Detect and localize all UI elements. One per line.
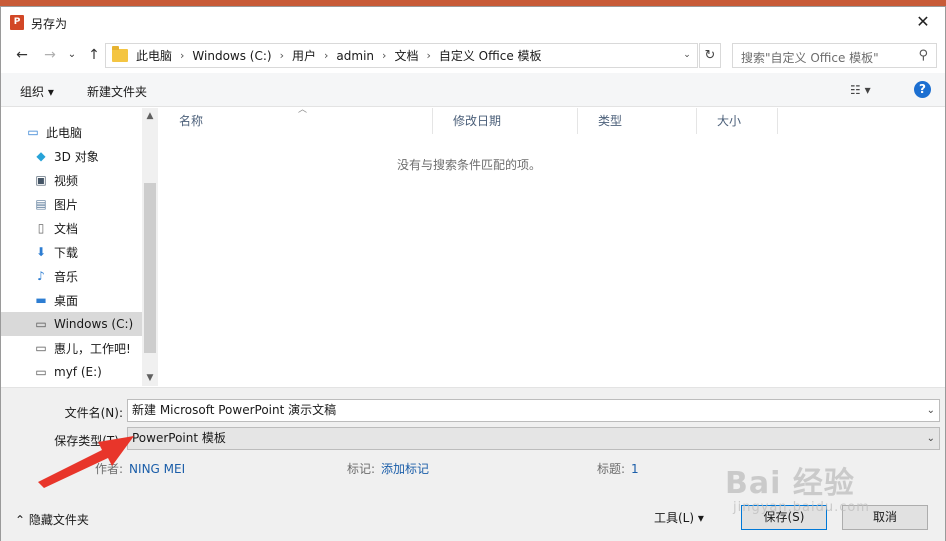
breadcrumb-separator-icon[interactable]: › — [280, 49, 284, 62]
breadcrumb-separator-icon[interactable]: › — [180, 49, 184, 62]
sidebar-item-music[interactable]: ♪ 音乐 — [1, 264, 142, 288]
computer-icon: ▭ — [27, 125, 39, 139]
column-header-name[interactable]: 名称 — [159, 108, 433, 134]
sidebar-item-label: 视频 — [54, 173, 79, 188]
breadcrumb-item-admin[interactable]: admin — [336, 49, 374, 63]
folder-icon — [112, 46, 128, 62]
sidebar-item-windows-c[interactable]: ▭ Windows (C:) — [1, 312, 142, 336]
sidebar-item-label: 3D 对象 — [54, 149, 99, 164]
command-toolbar: 组织 ▾ 新建文件夹 ☷ ▾ ? — [1, 73, 945, 107]
address-dropdown-chevron-icon[interactable]: ⌄ — [677, 44, 697, 67]
video-icon: ▣ — [35, 173, 47, 187]
close-button[interactable]: ✕ — [901, 7, 945, 37]
sidebar-item-pictures[interactable]: ▤ 图片 — [1, 192, 142, 216]
watermark: Bai 经验 jingyan.baidu.com — [725, 458, 925, 528]
title-bar: P 另存为 ✕ — [1, 7, 945, 37]
dialog-title: 另存为 — [31, 17, 68, 31]
sidebar-item-label: 音乐 — [54, 269, 79, 284]
column-header-date-modified[interactable]: 修改日期 — [433, 108, 578, 134]
filetype-dropdown-chevron-icon[interactable]: ⌄ — [927, 428, 935, 449]
filename-field[interactable]: 新建 Microsoft PowerPoint 演示文稿 ⌄ — [127, 399, 940, 422]
breadcrumb: 此电脑 › Windows (C:) › 用户 › admin › 文档 › 自… — [136, 44, 542, 67]
address-row: ← → ⌄ ↑ 此电脑 › Windows (C:) › 用户 › admin … — [1, 39, 945, 71]
search-input[interactable]: 搜索"自定义 Office 模板" — [741, 49, 879, 66]
sidebar-item-label: 此电脑 — [46, 125, 83, 140]
drive-icon: ▭ — [35, 341, 47, 355]
hide-folders-button[interactable]: ⌃ 隐藏文件夹 — [15, 511, 89, 528]
pictures-icon: ▤ — [35, 197, 47, 211]
filename-label: 文件名(N): — [64, 406, 123, 420]
navigation-scrollbar[interactable]: ▲ ▼ — [142, 108, 158, 386]
sidebar-item-downloads[interactable]: ⬇ 下载 — [1, 240, 142, 264]
refresh-icon[interactable]: ↻ — [699, 43, 721, 68]
breadcrumb-item-windows-c[interactable]: Windows (C:) — [192, 49, 271, 63]
address-bar[interactable]: 此电脑 › Windows (C:) › 用户 › admin › 文档 › 自… — [105, 43, 698, 68]
tags-label: 标记: — [347, 462, 376, 476]
music-icon: ♪ — [37, 269, 45, 283]
help-icon[interactable]: ? — [914, 81, 931, 98]
sidebar-item-label: 惠儿，工作吧! — [54, 341, 131, 356]
add-tags-link[interactable]: 添加标记 — [381, 462, 429, 476]
organize-menu-button[interactable]: 组织 ▾ — [20, 83, 54, 100]
sidebar-item-documents[interactable]: ▯ 文档 — [1, 216, 142, 240]
drive-icon: ▭ — [35, 317, 47, 331]
filetype-value[interactable]: PowerPoint 模板 — [132, 431, 226, 445]
breadcrumb-item-custom-office-templates[interactable]: 自定义 Office 模板 — [439, 47, 542, 64]
desktop-icon: ▬ — [35, 293, 47, 307]
filetype-select[interactable]: PowerPoint 模板 ⌄ — [127, 427, 940, 450]
sidebar-item-label: Windows (C:) — [54, 317, 134, 331]
file-list: ︿ 名称 修改日期 类型 大小 没有与搜索条件匹配的项。 — [159, 105, 945, 386]
forward-arrow-icon[interactable]: → — [41, 46, 59, 64]
scrollbar-thumb[interactable] — [144, 183, 156, 353]
breadcrumb-separator-icon[interactable]: › — [324, 49, 328, 62]
sidebar-item-label: myf (E:) — [54, 365, 102, 379]
search-box[interactable]: 搜索"自定义 Office 模板" ⚲ — [732, 43, 937, 68]
watermark-url: jingyan.baidu.com — [733, 500, 870, 515]
3d-objects-icon: ◆ — [36, 149, 46, 163]
change-view-icon[interactable]: ☷ ▾ — [850, 83, 871, 97]
watermark-logo: Bai 经验 — [725, 466, 855, 501]
column-header-type[interactable]: 类型 — [578, 108, 697, 134]
title-value[interactable]: 1 — [631, 462, 639, 476]
filename-value[interactable]: 新建 Microsoft PowerPoint 演示文稿 — [132, 403, 336, 417]
breadcrumb-item-this-pc[interactable]: 此电脑 — [136, 47, 172, 64]
title-property: 标题: 1 — [597, 460, 639, 477]
downloads-icon: ⬇ — [35, 245, 47, 259]
sidebar-item-label: 图片 — [54, 197, 79, 212]
up-arrow-icon[interactable]: ↑ — [85, 46, 103, 64]
column-header-size[interactable]: 大小 — [697, 108, 778, 134]
sidebar-item-drive-d[interactable]: ▭ 惠儿，工作吧! — [1, 336, 142, 360]
sidebar-item-videos[interactable]: ▣ 视频 — [1, 168, 142, 192]
breadcrumb-item-documents[interactable]: 文档 — [394, 47, 418, 64]
search-icon[interactable]: ⚲ — [918, 48, 928, 63]
red-pointer-arrow — [38, 436, 134, 488]
breadcrumb-separator-icon[interactable]: › — [382, 49, 386, 62]
sidebar-item-label: 桌面 — [54, 293, 79, 308]
scroll-down-icon[interactable]: ▼ — [142, 370, 158, 386]
sidebar-item-myf-e[interactable]: ▭ myf (E:) — [1, 360, 142, 384]
recent-locations-chevron-icon[interactable]: ⌄ — [63, 46, 81, 64]
navigation-pane: ▭ 此电脑 ◆ 3D 对象 ▣ 视频 ▤ 图片 ▯ 文档 ⬇ 下载 ♪ 音乐 ▬ — [1, 108, 142, 386]
breadcrumb-separator-icon[interactable]: › — [426, 49, 430, 62]
new-folder-button[interactable]: 新建文件夹 — [87, 83, 147, 100]
breadcrumb-item-users[interactable]: 用户 — [292, 47, 316, 64]
documents-icon: ▯ — [37, 221, 45, 235]
scroll-up-icon[interactable]: ▲ — [142, 108, 158, 124]
filename-dropdown-chevron-icon[interactable]: ⌄ — [927, 400, 935, 421]
sidebar-item-label: 下载 — [54, 245, 79, 260]
empty-results-message: 没有与搜索条件匹配的项。 — [396, 158, 541, 172]
tags-property: 标记: 添加标记 — [347, 460, 429, 477]
drive-icon: ▭ — [35, 365, 47, 379]
sidebar-item-3d-objects[interactable]: ◆ 3D 对象 — [1, 144, 142, 168]
sidebar-item-desktop[interactable]: ▬ 桌面 — [1, 288, 142, 312]
sidebar-item-this-pc[interactable]: ▭ 此电脑 — [1, 120, 142, 144]
powerpoint-icon: P — [10, 15, 24, 30]
back-arrow-icon[interactable]: ← — [13, 46, 31, 64]
sidebar-item-label: 文档 — [54, 221, 79, 236]
tools-menu-button[interactable]: 工具(L) ▾ — [654, 509, 704, 526]
title-label: 标题: — [597, 462, 626, 476]
